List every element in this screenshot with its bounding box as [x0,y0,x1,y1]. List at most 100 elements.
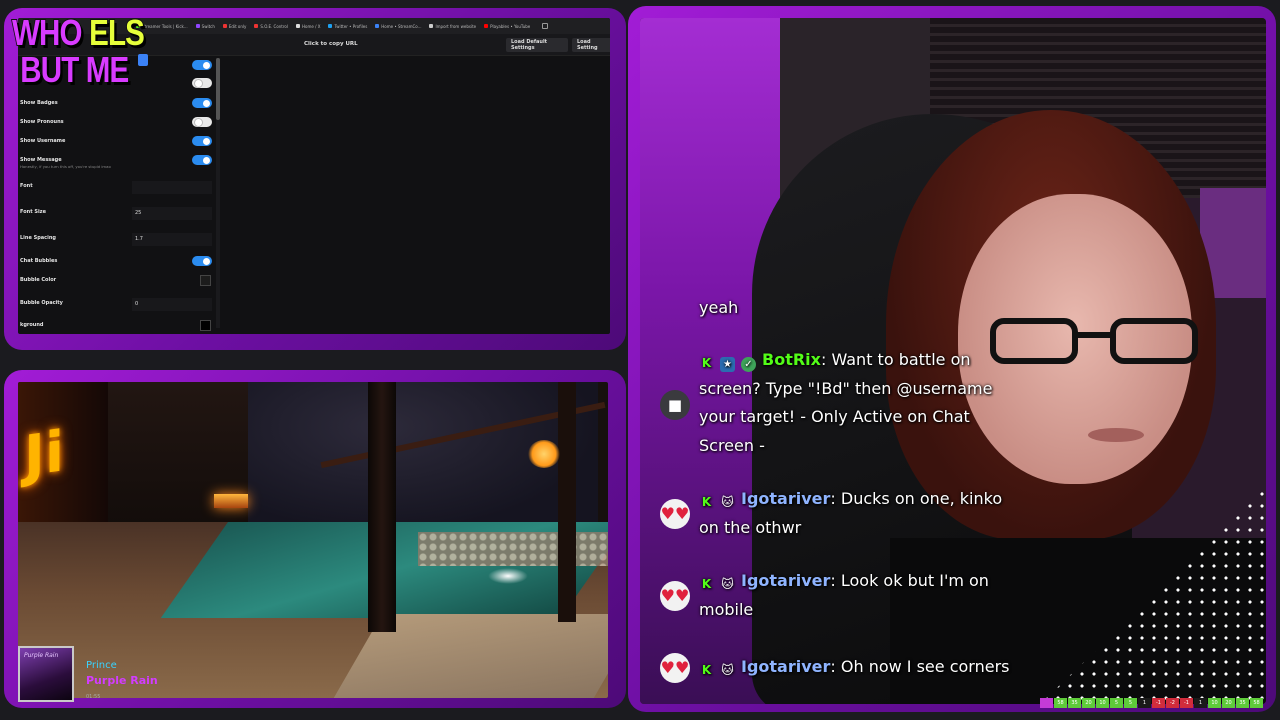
globe-icon [429,24,434,28]
setting-row-bubble-opacity: Bubble Opacity 0 [20,298,216,312]
setting-row-font-size: Font Size 25 [20,207,216,221]
counter-cell: -1 [1152,698,1165,708]
window-frame-center [368,382,396,632]
toggle-top2[interactable] [192,78,212,88]
counter-cell: 20 [1082,698,1095,708]
kick-badge-icon: K [701,495,712,509]
counter-cell: 10 [1096,698,1109,708]
kick-badge-icon: K [701,356,712,370]
counter-cell: -2 [1166,698,1179,708]
counter-cell: 35 [1068,698,1081,708]
logo-text-but-me: BUT ME [19,49,130,90]
heart-eyes-avatar: ♥♥ [660,653,690,683]
counter-cell: 1 [1138,698,1151,708]
counter-cell: 1 [1194,698,1207,708]
moderator-badge-icon: ★ [720,357,735,372]
browser-tab[interactable]: Edit only [222,24,246,29]
browser-tab[interactable]: Import from website [429,24,476,29]
chat-username[interactable]: BotRix [762,350,821,369]
verified-badge-icon: ✓ [741,357,756,372]
now-playing-artist: Prince [86,660,117,671]
now-playing-title: Purple Rain [86,674,158,687]
fireplace-glow [214,494,248,508]
cat-badge-icon: 🐱 [721,663,734,677]
setting-row-background: kground [20,320,216,334]
setting-row-show-username: Show Username [20,136,216,150]
setting-row-bubble-color: Bubble Color [20,275,216,289]
chat-message-text: yeah [699,298,739,317]
settings-list: Show Badges Show Pronouns Show Username … [18,56,218,334]
toggle-chat-bubbles[interactable] [192,256,212,266]
pool-tiles [418,532,608,566]
background-color-swatch[interactable] [200,320,211,331]
channel-logo: WHO ELS BUT ME [11,12,145,94]
setting-row-show-message: Show Message Honestly, if you turn this … [20,155,216,169]
game-wall [108,382,248,532]
cat-badge-icon: 🐱 [721,495,734,509]
logo-text-who: WHO [11,12,83,53]
bubble-opacity-input[interactable]: 0 [132,298,212,311]
load-default-settings-button[interactable]: Load Default Settings [506,38,568,52]
youtube-icon [484,24,489,28]
new-tab-icon[interactable] [542,23,549,29]
counter-cell: 58 [1054,698,1067,708]
now-playing-time: 01:55 [86,694,101,700]
x-icon [296,24,300,28]
load-settings-button[interactable]: Load Setting [572,38,610,52]
app-icon [254,24,259,28]
font-size-input[interactable]: 25 [132,207,212,220]
bot-avatar: ■ [660,390,690,420]
streamer-lips [1088,428,1144,442]
setting-row-show-pronouns: Show Pronouns [20,117,216,131]
browser-tab[interactable]: Home / X [296,24,320,29]
app-icon [375,24,380,28]
counter-cell: 5 [1110,698,1123,708]
browser-tab[interactable]: Switch [195,24,215,29]
neon-sign: Ji [18,382,108,542]
counter-cap [1040,698,1053,708]
browser-tab[interactable]: Twitter • Profiles [328,24,367,29]
counter-cell: -1 [1180,698,1193,708]
browser-tab[interactable]: S.O.E. Control [254,24,288,29]
chat-message-text: : Oh now I see corners [830,657,1010,676]
copy-url-button[interactable]: Click to copy URL [304,41,358,47]
toggle-show-pronouns[interactable] [192,117,212,127]
streamer-glasses [990,318,1210,368]
twitch-icon [195,24,200,28]
toggle-show-message[interactable] [192,155,212,165]
now-playing-widget: Purple Rain Prince Purple Rain 01:55 [18,642,198,702]
counter-cell: 20 [1222,698,1235,708]
cat-badge-icon: 🐱 [721,577,734,591]
bubble-color-swatch[interactable] [200,275,211,286]
kick-badge-icon: K [701,663,712,677]
font-input[interactable] [132,181,212,194]
setting-row-line-spacing: Line Spacing 1.7 [20,233,216,247]
setting-row-font: Font [20,181,216,195]
heart-eyes-avatar: ♥♥ [660,581,690,611]
toggle-show-username[interactable] [192,136,212,146]
browser-tab[interactable]: Playables • YouTube [484,24,530,29]
doc-icon [222,24,227,28]
kick-badge-icon: K [701,577,712,591]
counter-cell: 58 [1250,698,1263,708]
settings-scrollbar-thumb[interactable] [216,58,220,120]
counter-cell: 35 [1236,698,1249,708]
counter-cell: 10 [1208,698,1221,708]
line-spacing-input[interactable]: 1.7 [132,233,212,246]
hanging-lamp [528,440,560,468]
heart-eyes-avatar: ♥♥ [660,499,690,529]
setting-row-show-badges: Show Badges [20,98,216,112]
chat-username[interactable]: Igotariver [741,489,830,508]
vote-counter-strip: 58 35 20 10 5 5 1 -1 -2 -1 1 10 20 35 58 [1040,698,1264,710]
bird-icon [328,24,333,28]
chat-username[interactable]: Igotariver [741,571,830,590]
setting-row-chat-bubbles: Chat Bubbles [20,256,216,270]
album-art: Purple Rain [18,646,74,702]
logo-text-els: ELS [88,12,145,53]
pool-light-glow [488,568,528,584]
toggle-show-badges[interactable] [192,98,212,108]
counter-cell: 5 [1124,698,1137,708]
chat-username[interactable]: Igotariver [741,657,830,676]
toggle-top1[interactable] [192,60,212,70]
browser-tab[interactable]: Home • StreamCo... [375,24,421,29]
